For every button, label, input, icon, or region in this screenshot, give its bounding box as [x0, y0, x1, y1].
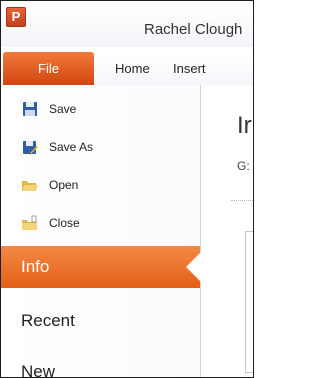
- powerpoint-logo-icon[interactable]: P: [6, 7, 26, 27]
- save-label: Save: [49, 102, 77, 116]
- info-card[interactable]: [245, 231, 253, 373]
- save-command[interactable]: Save: [21, 97, 76, 121]
- info-heading: Ir: [237, 112, 252, 139]
- save-icon: [21, 100, 39, 118]
- nav-recent[interactable]: Recent: [1, 300, 200, 342]
- open-label: Open: [49, 178, 79, 192]
- divider: [231, 200, 253, 201]
- nav-new[interactable]: New: [1, 351, 200, 377]
- close-command[interactable]: Close: [21, 211, 80, 235]
- active-nav-pointer: [186, 251, 202, 283]
- open-command[interactable]: Open: [21, 173, 78, 197]
- open-folder-icon: [21, 176, 39, 194]
- save-as-label: Save As: [49, 140, 94, 154]
- powerpoint-window: P Rachel Clough File Home Insert Save Sa…: [0, 0, 254, 378]
- tab-home[interactable]: Home: [115, 52, 150, 85]
- title-bar: P Rachel Clough: [1, 1, 253, 47]
- save-as-icon: [21, 138, 39, 156]
- window-title: Rachel Clough: [144, 21, 243, 38]
- tab-insert[interactable]: Insert: [173, 52, 206, 85]
- save-as-command[interactable]: Save As: [21, 135, 93, 159]
- close-label: Close: [49, 216, 80, 230]
- file-path: G:: [237, 159, 250, 173]
- tab-file[interactable]: File: [3, 52, 94, 85]
- close-folder-icon: [21, 214, 39, 232]
- nav-info[interactable]: Info: [1, 246, 200, 288]
